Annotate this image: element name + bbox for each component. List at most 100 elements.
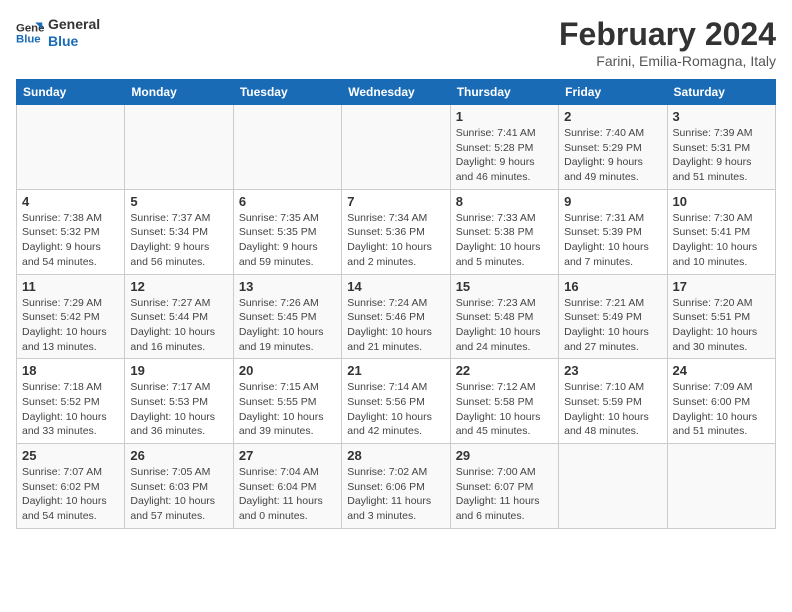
day-info: Sunrise: 7:23 AM Sunset: 5:48 PM Dayligh… [456, 296, 553, 355]
day-number: 5 [130, 194, 227, 209]
calendar-cell: 10Sunrise: 7:30 AM Sunset: 5:41 PM Dayli… [667, 189, 775, 274]
day-header: Thursday [450, 80, 558, 105]
day-header: Saturday [667, 80, 775, 105]
calendar-cell: 28Sunrise: 7:02 AM Sunset: 6:06 PM Dayli… [342, 444, 450, 529]
day-number: 19 [130, 363, 227, 378]
day-number: 14 [347, 279, 444, 294]
calendar-cell: 14 Sunrise: 7:24 AM Sunset: 5:46 PM Dayli… [342, 274, 450, 359]
day-info: Sunrise: 7:14 AM Sunset: 5:56 PM Dayligh… [347, 380, 444, 439]
calendar-cell: 6Sunrise: 7:35 AM Sunset: 5:35 PM Daylig… [233, 189, 341, 274]
calendar-cell: 13 Sunrise: 7:26 AM Sunset: 5:45 PM Dayli… [233, 274, 341, 359]
day-info: Sunrise: 7:07 AM Sunset: 6:02 PM Dayligh… [22, 465, 119, 524]
calendar-week-row: 1 Sunrise: 7:41 AM Sunset: 5:28 PM Daylig… [17, 105, 776, 190]
day-info: Sunrise: 7:41 AM Sunset: 5:28 PM Dayligh… [456, 126, 553, 185]
day-number: 4 [22, 194, 119, 209]
day-number: 11 [22, 279, 119, 294]
day-number: 18 [22, 363, 119, 378]
day-number: 24 [673, 363, 770, 378]
day-info: Sunrise: 7:34 AM Sunset: 5:36 PM Dayligh… [347, 211, 444, 270]
day-header: Monday [125, 80, 233, 105]
calendar-cell: 1 Sunrise: 7:41 AM Sunset: 5:28 PM Daylig… [450, 105, 558, 190]
calendar-cell: 26 Sunrise: 7:05 AM Sunset: 6:03 PM Dayli… [125, 444, 233, 529]
calendar-week-row: 18 Sunrise: 7:18 AM Sunset: 5:52 PM Dayli… [17, 359, 776, 444]
calendar-cell: 21 Sunrise: 7:14 AM Sunset: 5:56 PM Dayli… [342, 359, 450, 444]
day-info: Sunrise: 7:29 AM Sunset: 5:42 PM Dayligh… [22, 296, 119, 355]
day-number: 20 [239, 363, 336, 378]
day-info: Sunrise: 7:05 AM Sunset: 6:03 PM Dayligh… [130, 465, 227, 524]
day-info: Sunrise: 7:20 AM Sunset: 5:51 PM Dayligh… [673, 296, 770, 355]
day-number: 29 [456, 448, 553, 463]
calendar-cell: 8 Sunrise: 7:33 AM Sunset: 5:38 PM Daylig… [450, 189, 558, 274]
header-row: SundayMondayTuesdayWednesdayThursdayFrid… [17, 80, 776, 105]
day-info: Sunrise: 7:09 AM Sunset: 6:00 PM Dayligh… [673, 380, 770, 439]
day-info: Sunrise: 7:15 AM Sunset: 5:55 PM Dayligh… [239, 380, 336, 439]
calendar-cell: 17 Sunrise: 7:20 AM Sunset: 5:51 PM Dayli… [667, 274, 775, 359]
day-number: 25 [22, 448, 119, 463]
day-number: 7 [347, 194, 444, 209]
calendar-cell: 24 Sunrise: 7:09 AM Sunset: 6:00 PM Dayli… [667, 359, 775, 444]
calendar-cell: 27 Sunrise: 7:04 AM Sunset: 6:04 PM Dayli… [233, 444, 341, 529]
calendar-cell: 16 Sunrise: 7:21 AM Sunset: 5:49 PM Dayli… [559, 274, 667, 359]
day-info: Sunrise: 7:18 AM Sunset: 5:52 PM Dayligh… [22, 380, 119, 439]
day-info: Sunrise: 7:21 AM Sunset: 5:49 PM Dayligh… [564, 296, 661, 355]
day-number: 12 [130, 279, 227, 294]
day-header: Friday [559, 80, 667, 105]
calendar-cell: 12 Sunrise: 7:27 AM Sunset: 5:44 PM Dayli… [125, 274, 233, 359]
calendar-cell: 11 Sunrise: 7:29 AM Sunset: 5:42 PM Dayli… [17, 274, 125, 359]
day-number: 3 [673, 109, 770, 124]
day-number: 1 [456, 109, 553, 124]
day-number: 6 [239, 194, 336, 209]
day-number: 16 [564, 279, 661, 294]
calendar-cell [125, 105, 233, 190]
day-info: Sunrise: 7:04 AM Sunset: 6:04 PM Dayligh… [239, 465, 336, 524]
day-info: Sunrise: 7:40 AM Sunset: 5:29 PM Dayligh… [564, 126, 661, 185]
day-info: Sunrise: 7:27 AM Sunset: 5:44 PM Dayligh… [130, 296, 227, 355]
day-header: Sunday [17, 80, 125, 105]
day-info: Sunrise: 7:24 AM Sunset: 5:46 PM Dayligh… [347, 296, 444, 355]
logo-line2: Blue [48, 33, 100, 50]
calendar-cell: 19Sunrise: 7:17 AM Sunset: 5:53 PM Dayli… [125, 359, 233, 444]
logo: General Blue General Blue [16, 16, 100, 50]
header: General Blue General Blue February 2024 … [16, 16, 776, 69]
calendar-cell: 22 Sunrise: 7:12 AM Sunset: 5:58 PM Dayli… [450, 359, 558, 444]
day-info: Sunrise: 7:26 AM Sunset: 5:45 PM Dayligh… [239, 296, 336, 355]
day-number: 26 [130, 448, 227, 463]
calendar-cell: 25 Sunrise: 7:07 AM Sunset: 6:02 PM Dayli… [17, 444, 125, 529]
day-number: 28 [347, 448, 444, 463]
calendar-cell [667, 444, 775, 529]
day-info: Sunrise: 7:10 AM Sunset: 5:59 PM Dayligh… [564, 380, 661, 439]
calendar-cell: 29Sunrise: 7:00 AM Sunset: 6:07 PM Dayli… [450, 444, 558, 529]
day-header: Tuesday [233, 80, 341, 105]
calendar-week-row: 11 Sunrise: 7:29 AM Sunset: 5:42 PM Dayli… [17, 274, 776, 359]
day-number: 13 [239, 279, 336, 294]
location-subtitle: Farini, Emilia-Romagna, Italy [559, 53, 776, 69]
day-number: 10 [673, 194, 770, 209]
day-info: Sunrise: 7:39 AM Sunset: 5:31 PM Dayligh… [673, 126, 770, 185]
month-title: February 2024 [559, 16, 776, 53]
title-area: February 2024 Farini, Emilia-Romagna, It… [559, 16, 776, 69]
day-number: 21 [347, 363, 444, 378]
day-number: 8 [456, 194, 553, 209]
day-info: Sunrise: 7:33 AM Sunset: 5:38 PM Dayligh… [456, 211, 553, 270]
day-info: Sunrise: 7:38 AM Sunset: 5:32 PM Dayligh… [22, 211, 119, 270]
calendar-week-row: 4 Sunrise: 7:38 AM Sunset: 5:32 PM Daylig… [17, 189, 776, 274]
logo-line1: General [48, 16, 100, 33]
calendar-cell: 18 Sunrise: 7:18 AM Sunset: 5:52 PM Dayli… [17, 359, 125, 444]
day-number: 15 [456, 279, 553, 294]
calendar-cell [17, 105, 125, 190]
day-info: Sunrise: 7:31 AM Sunset: 5:39 PM Dayligh… [564, 211, 661, 270]
calendar-cell: 4 Sunrise: 7:38 AM Sunset: 5:32 PM Daylig… [17, 189, 125, 274]
calendar-cell: 23Sunrise: 7:10 AM Sunset: 5:59 PM Dayli… [559, 359, 667, 444]
calendar-cell: 20 Sunrise: 7:15 AM Sunset: 5:55 PM Dayli… [233, 359, 341, 444]
calendar-cell: 15 Sunrise: 7:23 AM Sunset: 5:48 PM Dayli… [450, 274, 558, 359]
logo-icon: General Blue [16, 19, 44, 47]
calendar-cell: 9Sunrise: 7:31 AM Sunset: 5:39 PM Daylig… [559, 189, 667, 274]
calendar-cell: 2Sunrise: 7:40 AM Sunset: 5:29 PM Daylig… [559, 105, 667, 190]
day-number: 22 [456, 363, 553, 378]
calendar-cell: 5Sunrise: 7:37 AM Sunset: 5:34 PM Daylig… [125, 189, 233, 274]
calendar-week-row: 25 Sunrise: 7:07 AM Sunset: 6:02 PM Dayli… [17, 444, 776, 529]
day-info: Sunrise: 7:12 AM Sunset: 5:58 PM Dayligh… [456, 380, 553, 439]
day-number: 17 [673, 279, 770, 294]
day-number: 27 [239, 448, 336, 463]
calendar-cell [559, 444, 667, 529]
